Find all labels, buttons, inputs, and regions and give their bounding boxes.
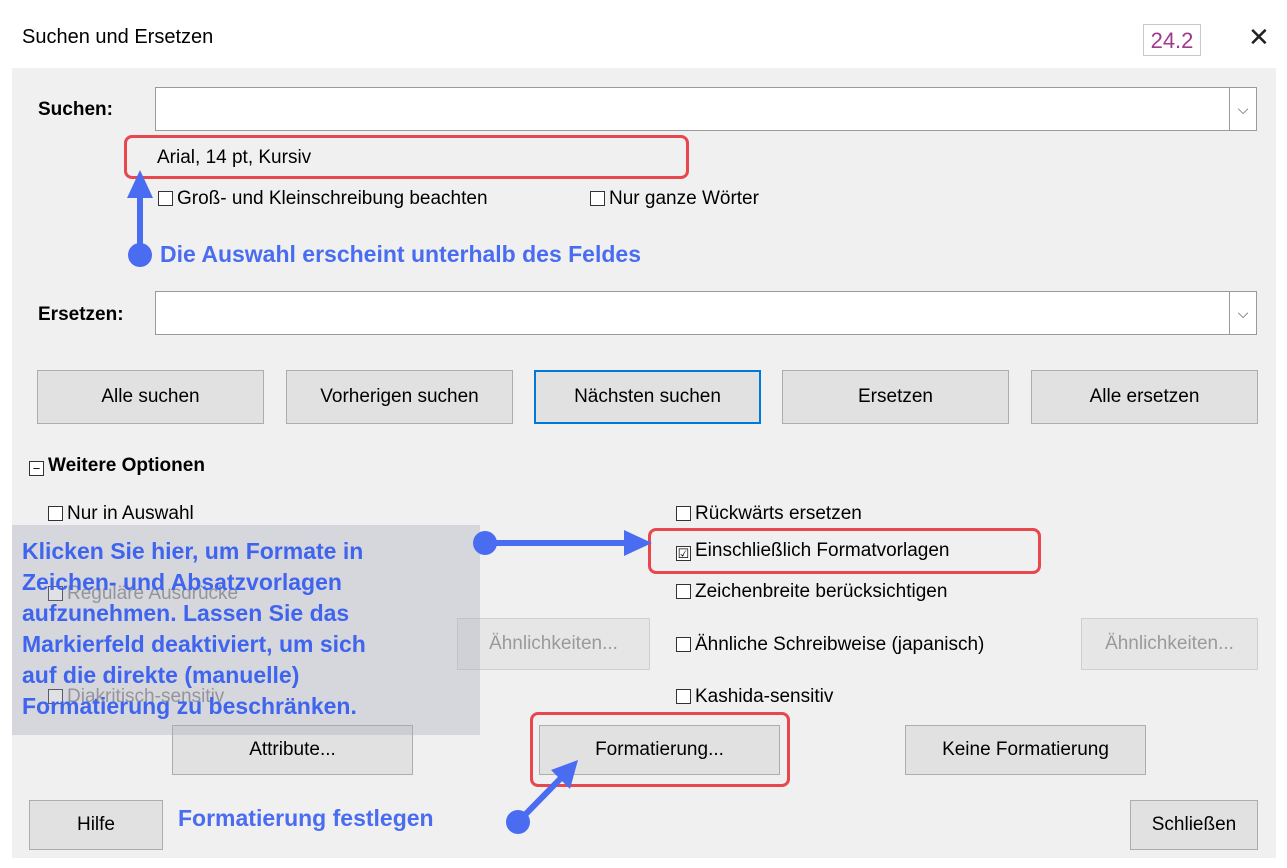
selection-arrow bbox=[127, 170, 153, 267]
annotation-arrows bbox=[127, 170, 652, 834]
styles-arrow bbox=[473, 530, 652, 556]
format-arrow bbox=[506, 760, 578, 834]
